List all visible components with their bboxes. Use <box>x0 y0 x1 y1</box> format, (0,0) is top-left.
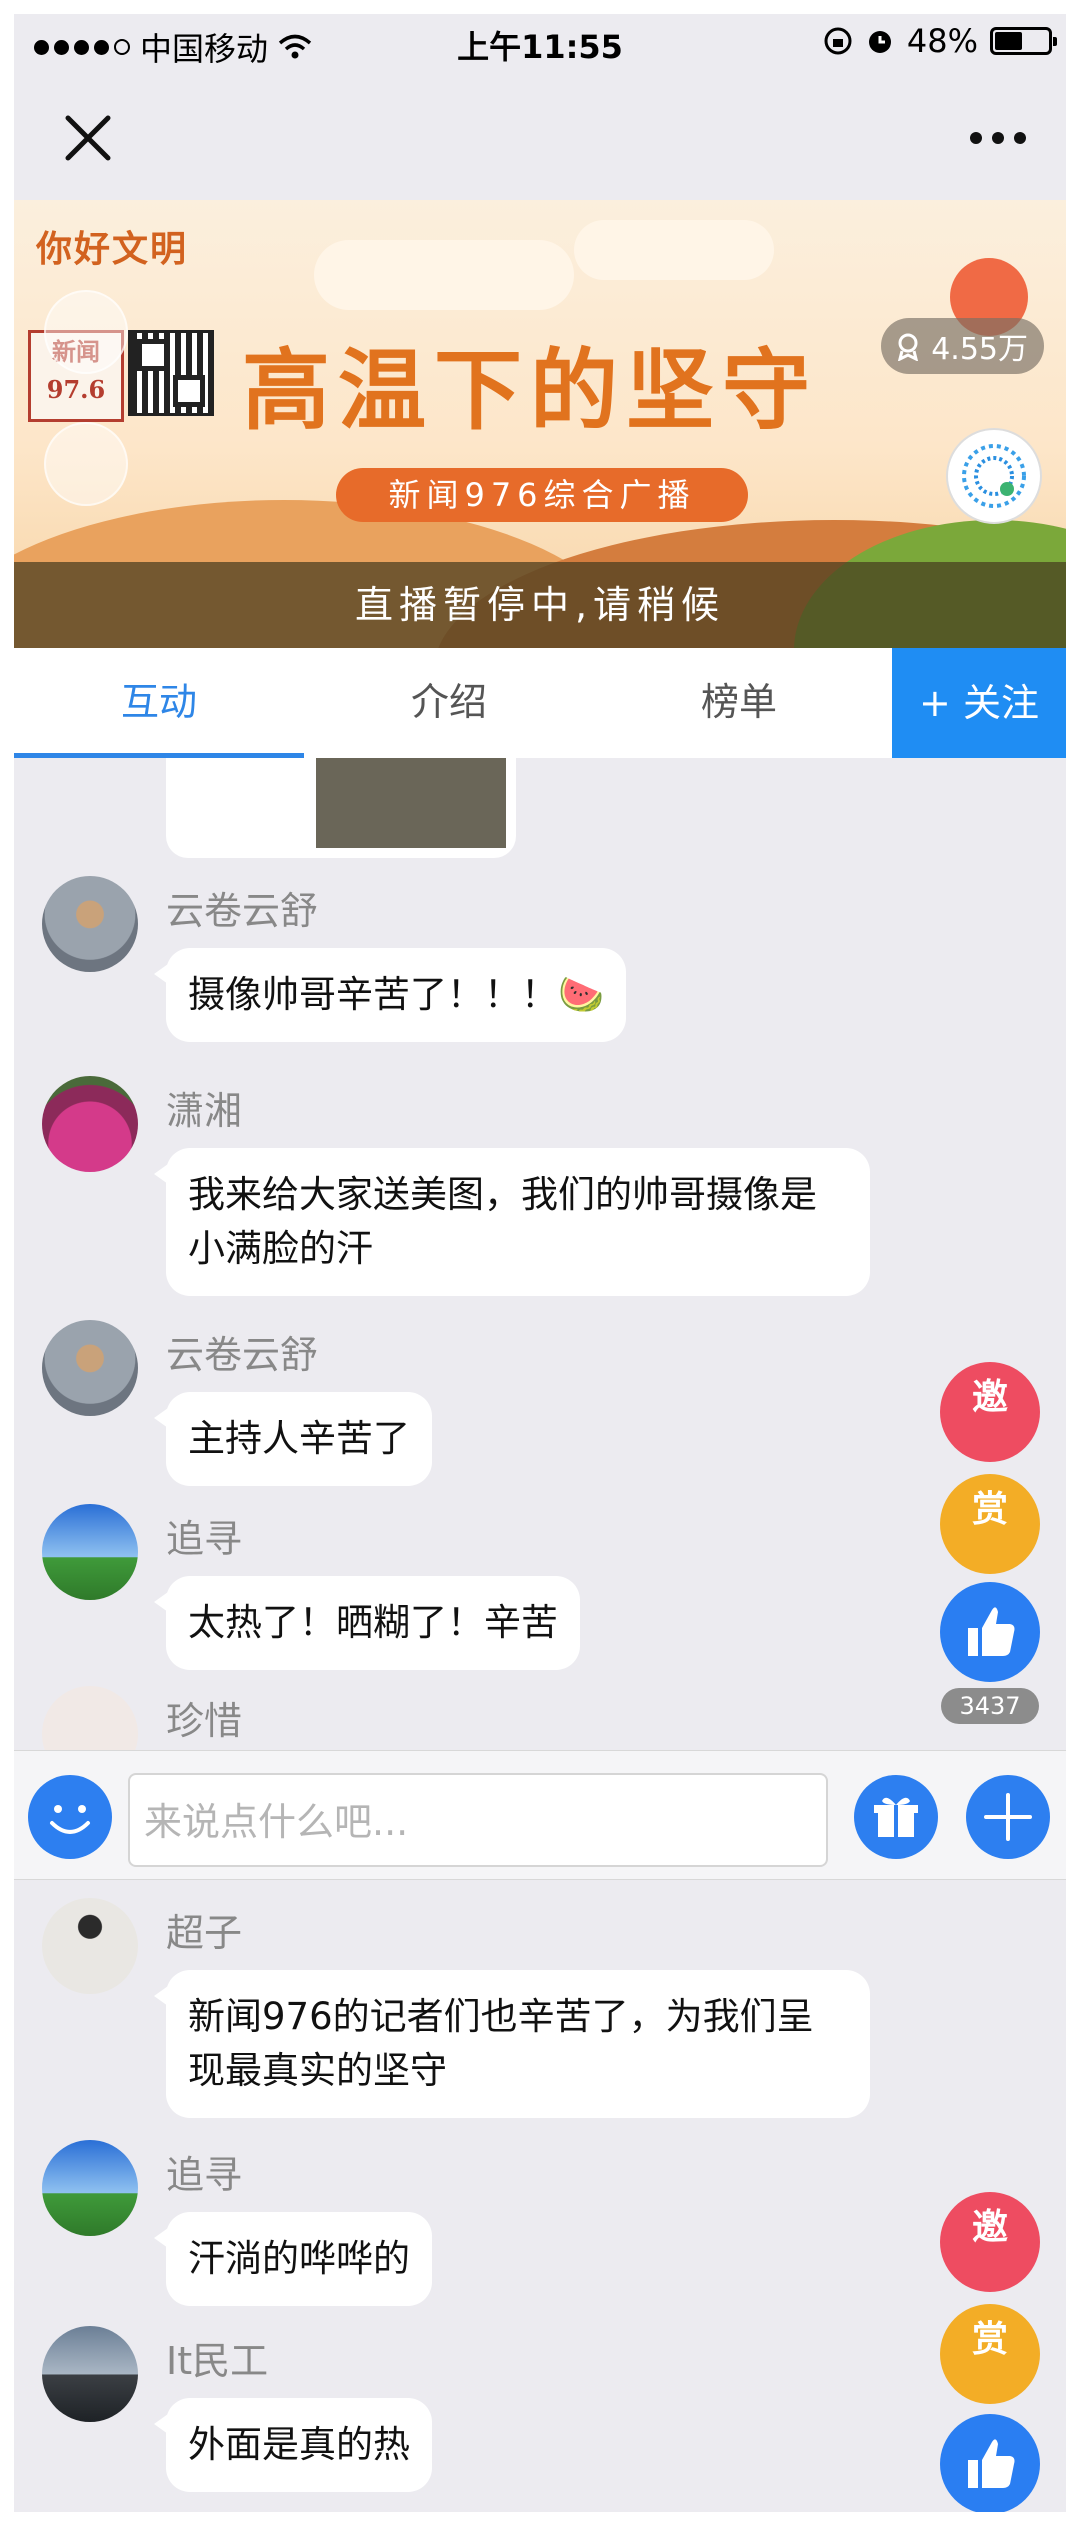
follow-button[interactable]: + 关注 <box>892 648 1066 758</box>
live-banner[interactable]: 你好文明 新闻 97.6 高温下的坚守 新闻976综合广播 4.55万 直播暂停… <box>14 200 1066 648</box>
rotation-lock-icon <box>824 27 852 55</box>
tab-interaction[interactable]: 互动 <box>14 648 304 758</box>
more-icon[interactable] <box>970 132 1026 144</box>
status-right: 48% <box>823 22 1057 60</box>
tab-bar: 互动 介绍 榜单 + 关注 <box>14 648 1066 758</box>
thumbs-up-icon <box>968 1607 1015 1656</box>
nav-bar <box>14 76 1066 200</box>
alarm-icon <box>868 31 891 53</box>
add-button[interactable] <box>966 1775 1050 1859</box>
cloud-decoration <box>574 220 774 280</box>
refresh-icon[interactable] <box>44 422 128 506</box>
avatar[interactable] <box>42 876 138 972</box>
reward-button[interactable]: 赏 <box>940 1474 1040 1574</box>
app-frame: 中国移动 上午11:55 48% 你好文明 新闻 97.6 高温下的坚守 新闻9… <box>14 14 1066 2512</box>
message-bubble: 太热了！晒糊了！辛苦 <box>154 1576 580 1670</box>
invite-button[interactable]: 邀 <box>940 1362 1040 1462</box>
battery-icon <box>990 27 1057 55</box>
invite-button[interactable]: 邀 <box>940 2192 1040 2292</box>
chat-list[interactable]: 云卷云舒 摄像帅哥辛苦了！！！🍉 潇湘 我来给大家送美图，我们的帅哥摄像是小满脸… <box>14 758 1066 1750</box>
thumbs-up-icon <box>968 2439 1015 2488</box>
station-name: 新闻976综合广播 <box>336 468 748 522</box>
cloud-decoration <box>314 240 574 310</box>
viewer-count-badge: 4.55万 <box>881 318 1044 374</box>
qr-code-icon <box>128 330 214 416</box>
plus-icon <box>984 1793 1032 1841</box>
avatar[interactable] <box>42 1898 138 1994</box>
message-bubble: 我来给大家送美图，我们的帅哥摄像是小满脸的汗 <box>154 1148 870 1296</box>
viewer-count: 4.55万 <box>931 332 1028 367</box>
brand-slogan: 你好文明 <box>36 228 189 270</box>
message-photo <box>316 758 506 848</box>
avatar[interactable] <box>42 2326 138 2422</box>
banner-headline: 高温下的坚守 <box>242 339 819 442</box>
live-paused-notice: 直播暂停中,请稍候 <box>14 562 1066 648</box>
message-username: 超子 <box>166 1911 243 1955</box>
message-username: 追寻 <box>166 1517 243 1561</box>
mini-program-icon[interactable] <box>946 428 1042 524</box>
message-username: 潇湘 <box>166 1089 243 1133</box>
comment-input[interactable]: 来说点什么吧... <box>128 1773 828 1867</box>
status-bar: 中国移动 上午11:55 48% <box>14 14 1066 76</box>
message-bubble: 主持人辛苦了 <box>154 1392 432 1486</box>
message-username: 云卷云舒 <box>166 1333 319 1377</box>
message-username: 追寻 <box>166 2153 243 2197</box>
battery-percent: 48% <box>906 22 978 60</box>
message-username: It民工 <box>166 2339 269 2383</box>
message-username: 云卷云舒 <box>166 889 319 933</box>
close-icon[interactable] <box>62 112 114 164</box>
home-icon[interactable] <box>44 290 128 374</box>
emoji-button[interactable] <box>28 1775 112 1859</box>
avatar[interactable] <box>42 1076 138 1172</box>
avatar[interactable] <box>42 2140 138 2236</box>
image-message[interactable] <box>166 758 516 858</box>
tab-ranking[interactable]: 榜单 <box>594 648 884 758</box>
gift-icon <box>874 1797 918 1837</box>
like-button[interactable] <box>940 1582 1040 1682</box>
message-bubble: 新闻976的记者们也辛苦了，为我们呈现最真实的坚守 <box>154 1970 870 2118</box>
message-bubble: 摄像帅哥辛苦了！！！🍉 <box>153 948 627 1042</box>
reward-button[interactable]: 赏 <box>940 2304 1040 2404</box>
like-count: 3437 <box>941 1688 1039 1724</box>
battery-fill <box>995 32 1022 50</box>
message-username: 珍惜 <box>166 1699 243 1743</box>
smile-icon <box>50 1805 90 1834</box>
like-button[interactable] <box>940 2414 1040 2512</box>
comment-input-bar: 来说点什么吧... <box>14 1750 1066 1880</box>
viewer-icon <box>898 333 919 361</box>
avatar[interactable] <box>42 1504 138 1600</box>
tab-intro[interactable]: 介绍 <box>304 648 594 758</box>
avatar[interactable] <box>42 1320 138 1416</box>
message-bubble: 汗淌的哗哗的 <box>154 2212 432 2306</box>
message-bubble: 外面是真的热 <box>154 2398 432 2492</box>
avatar[interactable] <box>42 1686 138 1750</box>
chat-list-continued[interactable]: 超子 新闻976的记者们也辛苦了，为我们呈现最真实的坚守 追寻 汗淌的哗哗的 I… <box>14 1878 1066 2512</box>
gift-button[interactable] <box>854 1775 938 1859</box>
